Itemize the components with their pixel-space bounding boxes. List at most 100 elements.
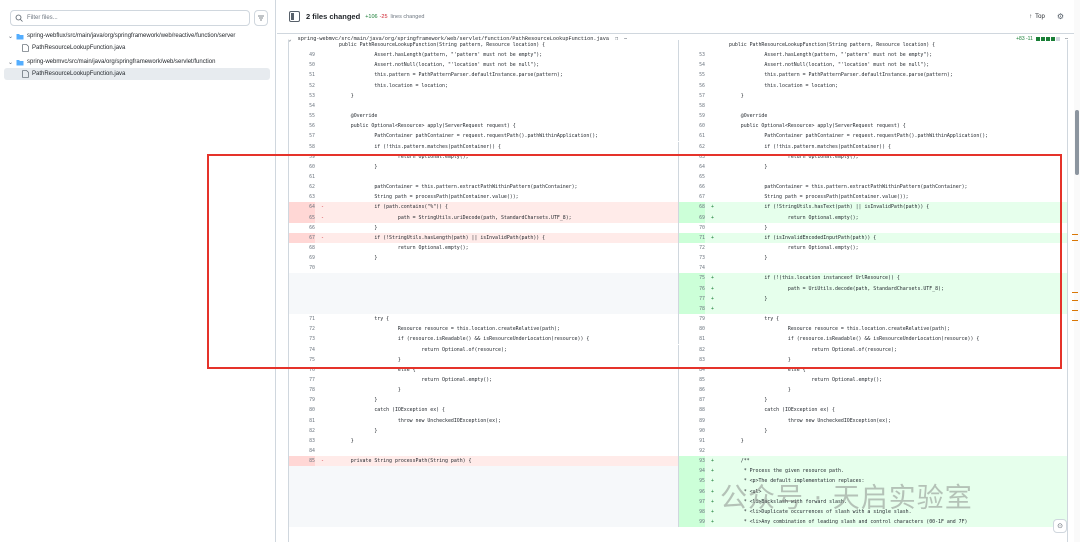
line-number[interactable]: 82 [289,426,315,436]
line-number[interactable]: 69 [289,253,315,263]
line-number[interactable]: 87 [679,395,705,405]
line-number[interactable]: 91 [679,436,705,446]
line-number[interactable] [289,304,315,314]
line-number[interactable]: 59 [289,152,315,162]
line-number[interactable] [289,294,315,304]
line-number[interactable]: 77 [679,293,705,304]
line-number[interactable]: 79 [289,395,315,405]
line-number[interactable]: 53 [289,91,315,101]
line-number[interactable]: 83 [679,355,705,365]
line-number[interactable] [289,466,315,476]
line-number[interactable]: 99 [679,517,705,528]
line-number[interactable]: 96 [679,486,705,497]
line-number[interactable]: 57 [679,91,705,101]
line-number[interactable]: 63 [679,152,705,162]
line-number[interactable]: 56 [679,81,705,91]
line-number[interactable]: 49 [289,50,315,60]
line-number[interactable]: 74 [679,263,705,273]
line-number[interactable] [289,517,315,527]
line-number[interactable] [289,487,315,497]
line-number[interactable]: 52 [289,81,315,91]
line-number[interactable]: 64 [289,202,315,213]
line-number[interactable]: 67 [679,192,705,202]
line-number[interactable]: 65 [289,212,315,223]
line-number[interactable]: 84 [679,365,705,375]
line-number[interactable]: 89 [679,416,705,426]
line-number[interactable]: 53 [679,50,705,60]
line-number[interactable]: 98 [679,506,705,518]
line-number[interactable] [289,497,315,507]
line-number[interactable]: 76 [679,283,705,294]
line-number[interactable]: 81 [289,416,315,426]
line-number[interactable]: 65 [679,172,705,182]
tree-folder[interactable]: ⌄ spring-webmvc/src/main/java/org/springf… [4,56,270,68]
line-number[interactable]: 73 [679,253,705,263]
line-number[interactable]: 54 [289,101,315,111]
line-number[interactable]: 68 [679,202,705,213]
line-number[interactable]: 86 [679,385,705,395]
top-button[interactable]: ↑ Top [1029,14,1045,20]
copilot-chat-button[interactable]: ⊙ [1053,519,1067,533]
line-number[interactable]: 80 [679,324,705,334]
line-number[interactable]: 81 [679,334,705,344]
line-number[interactable]: 74 [289,345,315,355]
line-number[interactable]: 58 [679,101,705,111]
line-number[interactable]: 64 [679,162,705,172]
line-number[interactable]: 82 [679,345,705,355]
line-number[interactable]: 77 [289,375,315,385]
line-number[interactable]: 95 [679,476,705,487]
line-number[interactable]: 60 [679,121,705,131]
line-number[interactable]: 66 [679,182,705,192]
line-number[interactable]: 92 [679,446,705,456]
tree-file[interactable]: PathResourceLookupFunction.java [4,68,270,80]
line-number[interactable]: 68 [289,243,315,253]
line-number[interactable]: 63 [289,192,315,202]
line-number[interactable]: 83 [289,436,315,446]
line-number[interactable]: 80 [289,405,315,415]
line-number[interactable]: 70 [289,263,315,273]
line-number[interactable]: 78 [679,303,705,315]
line-number[interactable]: 54 [679,60,705,70]
line-number[interactable]: 60 [289,162,315,172]
filter-files-input[interactable]: Filter files... [10,10,250,26]
line-number[interactable]: 70 [679,223,705,233]
line-number[interactable]: 85 [679,375,705,385]
line-number[interactable]: 66 [289,223,315,233]
line-number[interactable]: 61 [679,131,705,141]
line-number[interactable] [289,273,315,283]
line-number[interactable] [289,476,315,486]
line-number[interactable]: 67 [289,232,315,243]
line-number[interactable]: 73 [289,334,315,344]
line-number[interactable]: 58 [289,142,315,152]
line-number[interactable]: 55 [289,111,315,121]
line-number[interactable]: 55 [679,70,705,80]
line-number[interactable]: 90 [679,426,705,436]
scrollbar-thumb[interactable] [1075,110,1079,175]
line-number[interactable]: 72 [289,324,315,334]
line-number[interactable]: 71 [679,232,705,243]
line-number[interactable]: 78 [289,385,315,395]
line-number[interactable] [289,40,315,50]
line-number[interactable]: 75 [289,355,315,365]
line-number[interactable]: 51 [289,70,315,80]
line-number[interactable]: 84 [289,446,315,456]
line-number[interactable]: 76 [289,365,315,375]
line-number[interactable]: 72 [679,243,705,253]
line-number[interactable]: 69 [679,212,705,223]
line-number[interactable]: 97 [679,496,705,507]
line-number[interactable]: 85 [289,456,315,467]
tree-folder[interactable]: ⌄ spring-webflux/src/main/java/org/spring… [4,30,270,42]
line-number[interactable]: 56 [289,121,315,131]
settings-gear-icon[interactable]: ⚙ [1057,12,1064,21]
line-number[interactable]: 59 [679,111,705,121]
line-number[interactable]: 62 [679,142,705,152]
line-number[interactable]: 94 [679,466,705,477]
line-number[interactable] [289,284,315,294]
line-number[interactable]: 93 [679,456,705,467]
toggle-sidebar-icon[interactable] [289,11,300,22]
line-number[interactable]: 75 [679,273,705,284]
tree-file[interactable]: PathResourceLookupFunction.java [4,42,270,54]
line-number[interactable]: 61 [289,172,315,182]
line-number[interactable]: 57 [289,131,315,141]
line-number[interactable]: 50 [289,60,315,70]
